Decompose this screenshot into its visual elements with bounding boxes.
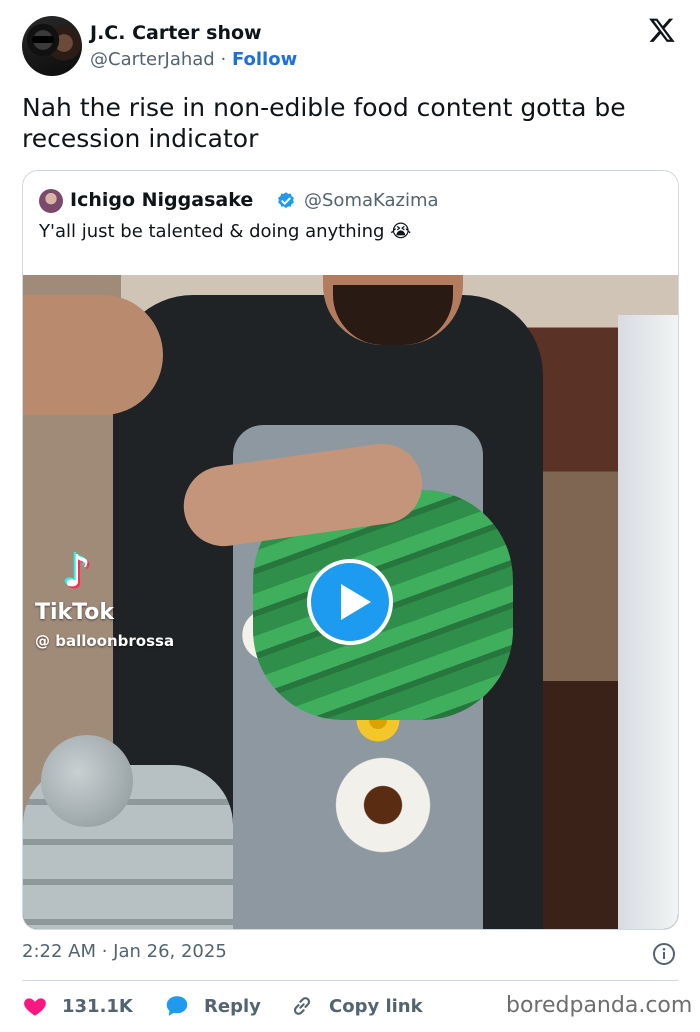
follow-button[interactable]: Follow [232, 49, 297, 70]
author-handle-line: @CarterJahad · Follow [90, 49, 297, 70]
quoted-tweet-card[interactable]: Ichigo Niggasake @SomaKazima Y'all just … [22, 170, 679, 930]
quoted-author-handle: @SomaKazima [304, 190, 439, 211]
video-player[interactable]: ♪ TikTok @ balloonbrossa [23, 275, 678, 929]
heart-icon [24, 998, 46, 1016]
divider [22, 980, 678, 981]
play-icon[interactable] [307, 559, 393, 645]
author-handle[interactable]: @CarterJahad [90, 49, 215, 70]
x-logo-icon[interactable] [648, 16, 676, 44]
verified-badge-icon [278, 192, 294, 209]
tiktok-watermark: ♪ TikTok @ balloonbrossa [35, 546, 215, 651]
info-icon[interactable] [652, 942, 676, 966]
tweet-timestamp[interactable]: 2:22 AM · Jan 26, 2025 [22, 941, 227, 962]
reply-bubble-icon [166, 996, 188, 1016]
link-icon [293, 997, 311, 1015]
video-balloon-pestle [41, 735, 133, 827]
like-count: 131.1K [62, 995, 133, 1017]
quoted-text: Y'all just be talented & doing anything … [39, 221, 412, 242]
tweet-header: J.C. Carter show @CarterJahad · Follow [22, 16, 678, 78]
quoted-avatar [39, 189, 63, 213]
like-button[interactable]: 131.1K [22, 990, 133, 1022]
apron-flower [323, 745, 443, 865]
copy-link-label: Copy link [329, 995, 423, 1017]
site-watermark: boredpanda.com [506, 993, 693, 1018]
tiktok-brand: TikTok [35, 600, 115, 625]
tiktok-note-icon: ♪ [63, 546, 92, 597]
tweet-text: Nah the rise in non-edible food content … [22, 93, 626, 153]
quoted-author-name: Ichigo Niggasake [70, 189, 254, 211]
separator: · [220, 49, 227, 70]
tiktok-username: @ balloonbrossa [35, 632, 175, 650]
author-avatar[interactable] [22, 16, 82, 76]
video-fridge [618, 315, 678, 929]
author-name[interactable]: J.C. Carter show [90, 22, 262, 44]
copy-link-button[interactable]: Copy link [289, 990, 423, 1022]
reply-button[interactable]: Reply [164, 990, 261, 1022]
reply-label: Reply [204, 995, 261, 1017]
quoted-header: Ichigo Niggasake @SomaKazima [39, 187, 659, 215]
video-arm [23, 295, 163, 415]
